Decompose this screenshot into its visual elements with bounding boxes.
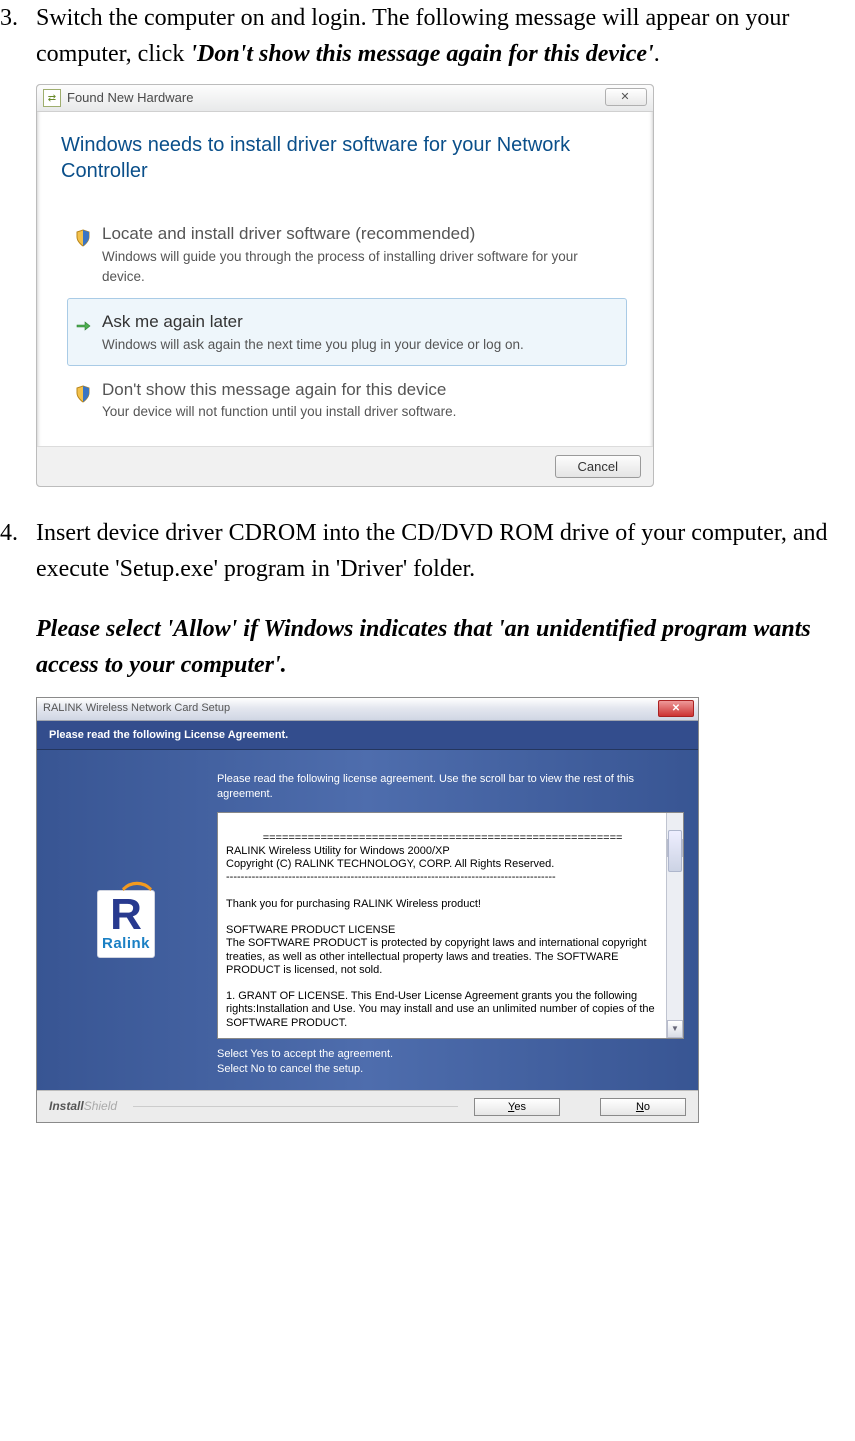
- scroll-thumb[interactable]: [668, 830, 682, 872]
- hardware-icon: ⇄: [43, 89, 61, 107]
- found-new-hardware-dialog: ⇄ Found New Hardware ✕ Windows needs to …: [36, 84, 654, 487]
- option-title: Don't show this message again for this d…: [102, 377, 618, 403]
- is-logo-panel: R⌒ Ralink: [51, 772, 201, 1076]
- is-footer: InstallShield Yes No: [37, 1090, 698, 1122]
- footer-divider: [133, 1106, 458, 1107]
- dialog-heading: Windows needs to install driver software…: [61, 132, 633, 184]
- installshield-brand: InstallShield: [49, 1097, 117, 1116]
- close-icon[interactable]: ✕: [658, 700, 694, 717]
- doc-step-3: 3. Switch the computer on and login. The…: [0, 0, 855, 487]
- is-header: Please read the following License Agreem…: [37, 721, 698, 751]
- ralink-setup-dialog: RALINK Wireless Network Card Setup ✕ Ple…: [36, 697, 699, 1123]
- scrollbar[interactable]: ▲ ▼: [666, 813, 683, 1038]
- scroll-down-icon[interactable]: ▼: [667, 1020, 683, 1038]
- is-titlebar: RALINK Wireless Network Card Setup ✕: [37, 698, 698, 721]
- close-icon[interactable]: ✕: [605, 88, 647, 106]
- step3-text: Switch the computer on and login. The fo…: [36, 5, 789, 67]
- arrow-right-icon: [74, 310, 92, 328]
- dialog-titlebar: ⇄ Found New Hardware ✕: [37, 85, 653, 112]
- option-dont-show[interactable]: Don't show this message again for this d…: [67, 366, 627, 434]
- license-text: ========================================…: [226, 832, 674, 1039]
- is-body: R⌒ Ralink Please read the following lice…: [37, 750, 698, 1090]
- step-number: 4.: [0, 515, 18, 551]
- shield-icon: [74, 222, 92, 240]
- yes-button[interactable]: Yes: [474, 1098, 560, 1116]
- option-desc: Windows will guide you through the proce…: [102, 247, 618, 288]
- shield-icon: [74, 378, 92, 396]
- is-title: RALINK Wireless Network Card Setup: [43, 700, 230, 717]
- step4-p2: Please select 'Allow' if Windows indicat…: [36, 616, 811, 678]
- step4-p1: Insert device driver CDROM into the CD/D…: [36, 520, 828, 582]
- dialog-title: Found New Hardware: [67, 88, 193, 108]
- doc-step-4: 4. Insert device driver CDROM into the C…: [0, 515, 855, 1123]
- option-desc: Windows will ask again the next time you…: [102, 335, 618, 355]
- option-title: Ask me again later: [102, 309, 618, 335]
- option-ask-later[interactable]: Ask me again later Windows will ask agai…: [67, 298, 627, 366]
- license-textbox: ========================================…: [217, 812, 684, 1039]
- cancel-button[interactable]: Cancel: [555, 455, 641, 478]
- step-number: 3.: [0, 0, 18, 36]
- dialog-body: Windows needs to install driver software…: [37, 112, 653, 446]
- is-accept-text: Select Yes to accept the agreement. Sele…: [217, 1047, 684, 1077]
- option-locate-install[interactable]: Locate and install driver software (reco…: [67, 210, 627, 298]
- is-right-panel: Please read the following license agreem…: [217, 772, 684, 1076]
- ralink-logo: R⌒ Ralink: [97, 890, 155, 958]
- dialog-footer: Cancel: [37, 446, 653, 486]
- option-title: Locate and install driver software (reco…: [102, 221, 618, 247]
- is-intro: Please read the following license agreem…: [217, 772, 684, 802]
- option-desc: Your device will not function until you …: [102, 402, 618, 422]
- no-button[interactable]: No: [600, 1098, 686, 1116]
